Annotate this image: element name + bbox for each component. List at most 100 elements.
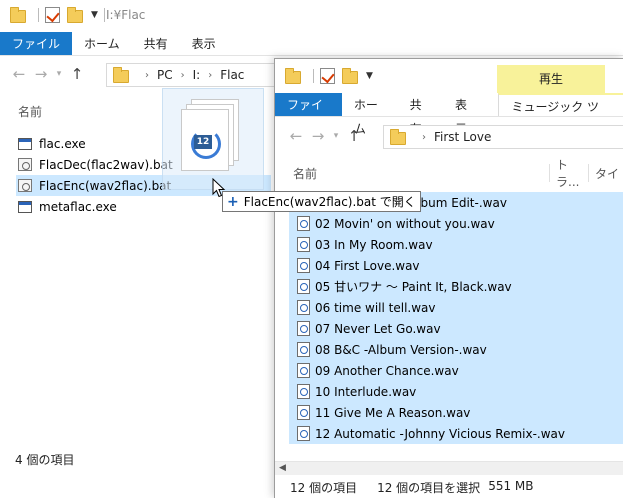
file-name: 12 Automatic -Johnny Vicious Remix-.wav	[315, 426, 565, 441]
chevron-right-icon: ›	[208, 69, 213, 81]
tab-home[interactable]: ホーム	[72, 32, 132, 55]
forward-arrow-icon[interactable]: →	[30, 65, 52, 83]
column-header-track[interactable]: トラ...	[556, 156, 582, 190]
drag-tooltip-text: FlacEnc(wav2flac).bat で開く	[243, 195, 416, 209]
list-item[interactable]: 10 Interlude.wav	[289, 381, 623, 402]
list-item[interactable]: 04 First Love.wav	[289, 255, 623, 276]
properties-icon[interactable]	[45, 7, 61, 23]
bat-icon	[18, 158, 32, 171]
status-selected-count: 12 個の項目を選択	[377, 481, 481, 495]
properties-icon[interactable]	[320, 68, 336, 84]
drag-tooltip: + FlacEnc(wav2flac).bat で開く	[222, 191, 421, 212]
back-arrow-icon[interactable]: ←	[285, 127, 307, 145]
column-header-name[interactable]: 名前	[293, 165, 543, 182]
back-arrow-icon[interactable]: ←	[8, 65, 30, 83]
divider	[588, 164, 589, 182]
forward-arrow-icon[interactable]: →	[307, 127, 329, 145]
file-name: Album Edit-.wav	[409, 195, 507, 210]
audio-file-icon	[297, 300, 310, 315]
audio-file-icon	[297, 258, 310, 273]
audio-file-icon	[297, 426, 310, 441]
address-bar[interactable]: › First Love	[383, 125, 623, 149]
track-list: Album Edit-.wav 02 Movin' on without you…	[289, 192, 623, 444]
audio-file-icon	[297, 405, 310, 420]
bat-icon	[18, 179, 32, 192]
tab-view[interactable]: 表示	[443, 93, 488, 136]
list-item[interactable]: 09 Another Chance.wav	[289, 360, 623, 381]
chevron-right-icon: ›	[422, 131, 426, 143]
ribbon-tabs: ファイル ホーム 共有 表示	[0, 32, 623, 56]
breadcrumb-drive[interactable]: I:	[193, 68, 201, 82]
customize-dropdown-icon[interactable]: ▼	[366, 71, 373, 81]
list-item[interactable]: 06 time will tell.wav	[289, 297, 623, 318]
up-arrow-icon[interactable]: ↑	[343, 127, 365, 145]
file-name: 11 Give Me A Reason.wav	[315, 405, 471, 420]
list-item[interactable]: 12 Automatic -Johnny Vicious Remix-.wav	[289, 423, 623, 444]
ribbon-tabs: ファイル ホーム 共有 表示 ミュージック ツール	[275, 93, 623, 138]
scroll-left-icon[interactable]: ◀	[279, 463, 286, 473]
breadcrumb-pc[interactable]: PC	[157, 68, 173, 82]
title-bar: ▼ I:¥Flac	[0, 0, 623, 32]
file-name: 02 Movin' on without you.wav	[315, 216, 495, 231]
navigation-bar: ← → ▾ ↑	[285, 127, 365, 145]
exe-icon	[18, 200, 32, 213]
file-name: 09 Another Chance.wav	[315, 363, 459, 378]
divider	[549, 164, 550, 182]
folder-icon	[285, 68, 301, 84]
audio-file-icon	[297, 342, 310, 357]
address-bar[interactable]: › PC › I: › Flac	[106, 63, 276, 87]
column-header-name[interactable]: 名前	[18, 103, 42, 120]
status-bar: 12 個の項目 12 個の項目を選択 551 MB	[290, 479, 554, 496]
window-title: I:¥Flac	[106, 8, 146, 22]
divider	[38, 8, 39, 22]
divider	[103, 8, 105, 22]
breadcrumb-first-love[interactable]: First Love	[434, 130, 491, 144]
audio-file-icon	[297, 237, 310, 252]
column-headers: 名前 トラ... タイ	[293, 156, 619, 190]
folder-icon	[10, 7, 26, 23]
file-name: 05 甘いワナ ～ Paint It, Black.wav	[315, 280, 512, 294]
status-item-count: 4 個の項目	[15, 453, 75, 467]
new-folder-icon[interactable]	[67, 7, 83, 23]
list-item[interactable]: 03 In My Room.wav	[289, 234, 623, 255]
tab-home[interactable]: ホーム	[342, 93, 398, 136]
column-header-title[interactable]: タイ	[595, 165, 619, 182]
mouse-cursor-icon	[212, 178, 226, 198]
file-name: FlacDec(flac2wav).bat	[39, 157, 173, 172]
horizontal-scrollbar[interactable]: ◀	[275, 461, 623, 475]
tab-view[interactable]: 表示	[180, 32, 228, 55]
folder-icon	[113, 67, 137, 83]
quick-access-toolbar: ▼	[285, 68, 373, 84]
customize-dropdown-icon[interactable]: ▼	[91, 10, 98, 20]
audio-file-icon	[297, 279, 310, 294]
tab-file[interactable]: ファイル	[275, 93, 342, 136]
drag-preview: 12	[162, 88, 264, 190]
file-name: 04 First Love.wav	[315, 258, 420, 273]
explorer-window-first-love: ▼ 再生 ファイル ホーム 共有 表示 ミュージック ツール ← → ▾ ↑ ›…	[274, 58, 623, 498]
list-item[interactable]: 05 甘いワナ ～ Paint It, Black.wav	[289, 276, 623, 297]
quick-access-toolbar: ▼	[10, 7, 111, 23]
breadcrumb-flac[interactable]: Flac	[220, 68, 244, 82]
recent-dropdown-icon[interactable]: ▾	[329, 131, 343, 141]
tab-share[interactable]: 共有	[132, 32, 180, 55]
navigation-bar: ← → ▾ ↑	[8, 65, 88, 83]
tab-share[interactable]: 共有	[398, 93, 443, 136]
status-selected-size: 551 MB	[488, 479, 534, 493]
list-item[interactable]: 07 Never Let Go.wav	[289, 318, 623, 339]
divider	[313, 69, 314, 83]
recent-dropdown-icon[interactable]: ▾	[52, 69, 66, 79]
file-name: flac.exe	[39, 136, 86, 151]
new-folder-icon[interactable]	[342, 68, 358, 84]
audio-file-icon	[297, 384, 310, 399]
file-name: 06 time will tell.wav	[315, 300, 436, 315]
audio-file-icon	[297, 216, 310, 231]
tab-music-tools[interactable]: ミュージック ツール	[498, 93, 623, 138]
title-bar: ▼ 再生	[275, 59, 623, 93]
list-item[interactable]: 08 B&C -Album Version-.wav	[289, 339, 623, 360]
list-item[interactable]: 02 Movin' on without you.wav	[289, 213, 623, 234]
up-arrow-icon[interactable]: ↑	[66, 65, 88, 83]
tab-file[interactable]: ファイル	[0, 32, 73, 55]
list-item[interactable]: 11 Give Me A Reason.wav	[289, 402, 623, 423]
file-name: 07 Never Let Go.wav	[315, 321, 441, 336]
exe-icon	[18, 137, 32, 150]
